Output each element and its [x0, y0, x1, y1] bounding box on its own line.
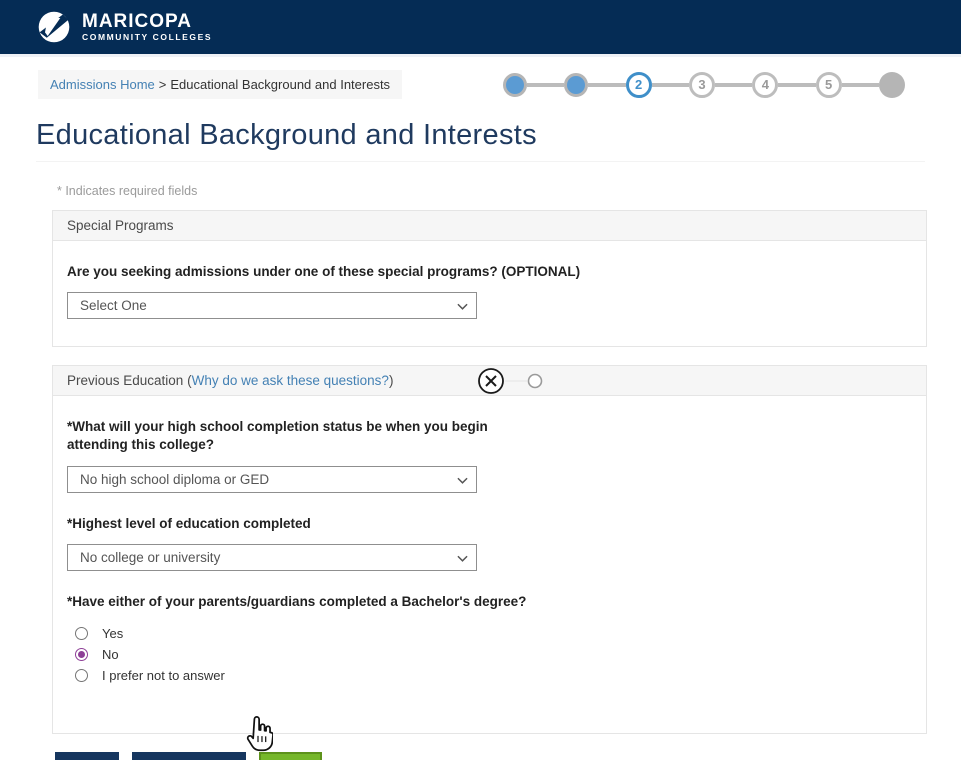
step-4: 4 — [752, 71, 779, 98]
special-programs-header: Special Programs — [52, 210, 927, 241]
step-1-complete — [503, 72, 527, 97]
breadcrumb-separator: > — [158, 77, 167, 92]
topbar: Admissions Home > Educational Background a… — [38, 70, 905, 99]
highest-level-select-value: No college or university — [80, 549, 221, 565]
why-questions-link[interactable]: Why do we ask these questions? — [192, 373, 389, 388]
site-header: MARICOPA COMMUNITY COLLEGES — [0, 0, 961, 57]
special-programs-select[interactable]: Select One — [67, 292, 477, 320]
completion-status-select-value: No high school diploma or GED — [80, 471, 270, 487]
completion-status-question: *What will your high school completion s… — [67, 419, 488, 453]
parents-degree-question: *Have either of your parents/guardians c… — [67, 593, 527, 609]
radio-button-icon[interactable] — [75, 668, 88, 682]
chevron-down-icon — [457, 477, 468, 484]
special-programs-title: Special Programs — [67, 218, 174, 233]
brand-name: MARICOPA — [82, 11, 193, 33]
breadcrumb: Admissions Home > Educational Background a… — [38, 70, 403, 99]
step-connector — [588, 82, 626, 87]
save-exit-button[interactable]: SAVE & EXIT — [131, 752, 247, 760]
step-connector — [714, 82, 753, 87]
radio-label-yes: Yes — [102, 625, 124, 641]
form-actions: BACK SAVE & EXIT NEXT — [55, 752, 961, 760]
empty-circle-icon[interactable] — [527, 373, 543, 389]
step-2-complete — [564, 72, 589, 97]
radio-button-icon[interactable] — [75, 626, 88, 640]
chevron-down-icon — [457, 303, 468, 311]
maricopa-logo-icon — [38, 11, 70, 43]
logo-text: MARICOPA COMMUNITY COLLEGES — [82, 12, 212, 42]
radio-label-prefer-not: I prefer not to answer — [102, 667, 225, 683]
step-3: 3 — [688, 71, 715, 98]
special-programs-section: Special Programs Are you seeking admissi… — [52, 210, 927, 348]
step-final — [878, 71, 905, 98]
required-fields-note: * Indicates required fields — [57, 184, 198, 198]
step-connector — [841, 82, 879, 87]
previous-education-header: Previous Education (Why do we ask these … — [52, 365, 927, 397]
header-overlay-icons — [477, 362, 543, 400]
page-title: Educational Background and Interests — [36, 119, 537, 151]
breadcrumb-link-admissions-home[interactable]: Admissions Home — [50, 77, 155, 92]
icon-connector-line — [505, 380, 527, 383]
previous-education-section: Previous Education (Why do we ask these … — [52, 365, 927, 735]
breadcrumb-current: Educational Background and Interests — [170, 77, 391, 92]
special-programs-select-value: Select One — [80, 298, 147, 314]
title-wrap: Educational Background and Interests — [36, 119, 925, 162]
maricopa-logo[interactable]: MARICOPA COMMUNITY COLLEGES — [36, 9, 212, 45]
radio-option-prefer-not[interactable]: I prefer not to answer — [67, 667, 912, 683]
completion-status-select[interactable]: No high school diploma or GED — [67, 465, 477, 493]
radio-button-icon-selected[interactable] — [75, 647, 88, 661]
special-programs-question: Are you seeking admissions under one of … — [67, 264, 581, 279]
progress-stepper: 2 3 4 5 — [503, 71, 905, 98]
parents-degree-radio-group: Yes No I prefer not to answer — [67, 625, 912, 683]
step-current-2: 2 — [625, 71, 652, 98]
back-button[interactable]: BACK — [55, 752, 119, 760]
next-button[interactable]: NEXT — [259, 752, 323, 760]
chevron-down-icon — [457, 555, 468, 562]
previous-education-body: *What will your high school completion s… — [52, 396, 927, 735]
page: MARICOPA COMMUNITY COLLEGES Admissions H… — [0, 0, 961, 760]
highest-level-select[interactable]: No college or university — [67, 543, 477, 571]
radio-label-no: No — [102, 646, 119, 662]
radio-option-no[interactable]: No — [67, 646, 912, 662]
previous-education-title-suffix: ) — [388, 373, 394, 389]
step-connector — [651, 82, 689, 87]
radio-option-yes[interactable]: Yes — [67, 625, 912, 641]
step-5: 5 — [815, 71, 842, 98]
step-connector — [778, 82, 816, 87]
special-programs-body: Are you seeking admissions under one of … — [52, 241, 927, 348]
highest-level-question: *Highest level of education completed — [67, 515, 311, 531]
x-circle-icon[interactable] — [477, 367, 505, 395]
previous-education-title-prefix: Previous Education ( — [67, 373, 192, 389]
brand-subtitle: COMMUNITY COLLEGES — [82, 31, 213, 42]
step-connector — [527, 82, 565, 87]
